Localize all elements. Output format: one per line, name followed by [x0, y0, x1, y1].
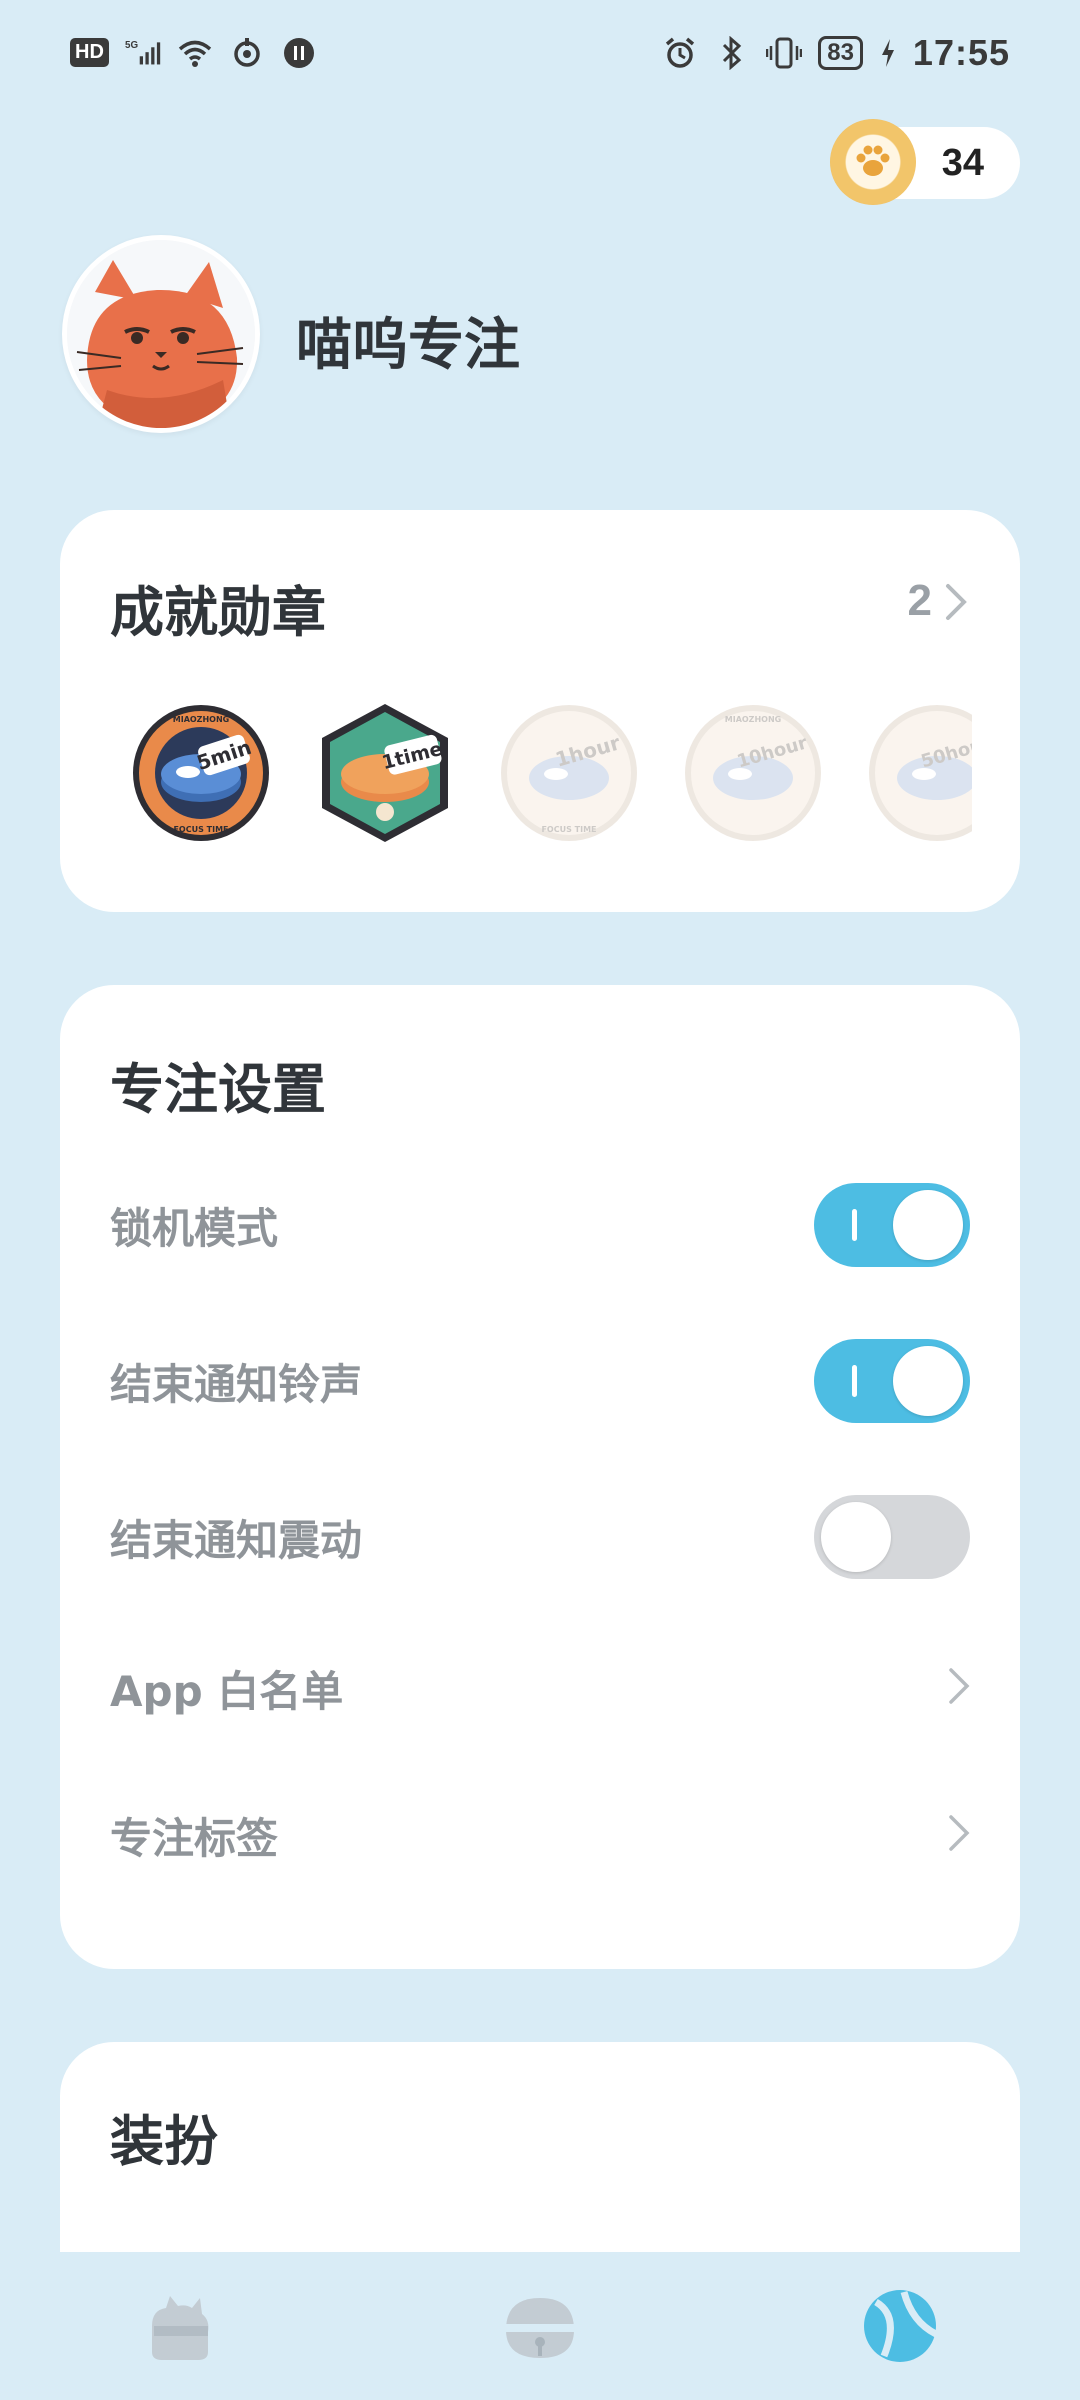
status-bar: HD 5G 83 17:55 [0, 0, 1080, 105]
settings-title: 专注设置 [110, 1058, 326, 1121]
setting-label: 结束通知震动 [110, 1515, 363, 1565]
badge-1hour-icon: 1hour FOCUS TIME [501, 705, 637, 841]
setting-label: 结束通知铃声 [110, 1359, 363, 1409]
badge-list: 5min MIAOZHONG FOCUS TIME 1time 1hour FO… [128, 700, 972, 850]
badge-1time[interactable]: 1time [312, 700, 458, 846]
toggle-knob [893, 1346, 963, 1416]
bottom-nav [0, 2252, 1080, 2400]
hd-badge: HD [70, 38, 109, 67]
toggle-on-mark [852, 1365, 857, 1397]
setting-lock-mode: 锁机模式 [110, 1180, 970, 1270]
dress-title: 装扮 [110, 2110, 218, 2173]
coin-count: 34 [941, 141, 984, 184]
bluetooth-icon [714, 35, 750, 71]
setting-label: App 白名单 [110, 1666, 344, 1716]
app-notification-icon [281, 35, 317, 71]
sync-icon [229, 35, 265, 71]
nav-home[interactable] [120, 2271, 240, 2381]
network-type: 5G [125, 40, 138, 51]
toggle-knob [821, 1502, 891, 1572]
setting-app-whitelist[interactable]: App 白名单 [110, 1643, 970, 1733]
alarm-icon [662, 35, 698, 71]
toggle-knob [893, 1190, 963, 1260]
toggle-on-mark [852, 1209, 857, 1241]
cat-avatar-icon [67, 240, 255, 428]
achievement-badges-card[interactable]: 成就勋章 2 5min MIAOZHONG FOCUS TIME 1time 1… [60, 510, 1020, 912]
badge-10hour[interactable]: 10hour MIAOZHONG [680, 700, 826, 846]
profile-ball-icon [864, 2290, 938, 2362]
badge-50hour-icon: 50hour [869, 705, 972, 841]
nav-bell[interactable] [480, 2271, 600, 2381]
badge-1hour-bottom-text: FOCUS TIME [541, 825, 596, 834]
nav-profile[interactable] [840, 2271, 960, 2381]
badge-1time-icon: 1time [322, 704, 448, 842]
badge-5min-ring-text: MIAOZHONG [173, 715, 230, 724]
avatar[interactable] [62, 235, 260, 433]
chevron-right-icon [948, 1813, 970, 1857]
badge-10hour-ring-text: MIAOZHONG [725, 715, 782, 724]
badge-50hour[interactable]: 50hour [864, 700, 972, 846]
setting-end-ringtone: 结束通知铃声 [110, 1336, 970, 1426]
cat-bell-icon [506, 2298, 574, 2358]
charging-icon [879, 35, 897, 71]
badge-5min[interactable]: 5min MIAOZHONG FOCUS TIME [128, 700, 274, 846]
end-vibrate-toggle[interactable] [814, 1495, 970, 1579]
signal-icon: 5G [125, 35, 161, 71]
vibrate-icon [766, 35, 803, 71]
setting-label: 专注标签 [110, 1813, 279, 1863]
paw-coin-icon [830, 119, 916, 205]
setting-label: 锁机模式 [110, 1203, 279, 1253]
focus-settings-card: 专注设置 锁机模式 结束通知铃声 结束通知震动 App 白名单 专注标签 [60, 985, 1020, 1969]
wifi-icon [177, 35, 213, 71]
cat-home-icon [152, 2296, 209, 2360]
setting-end-vibrate: 结束通知震动 [110, 1492, 970, 1582]
profile-name[interactable]: 喵呜专注 [296, 300, 520, 381]
chevron-right-icon[interactable] [944, 582, 968, 626]
end-ringtone-toggle[interactable] [814, 1339, 970, 1423]
coin-balance[interactable]: 34 [830, 119, 1020, 205]
clock: 17:55 [912, 31, 1010, 73]
badges-title: 成就勋章 [110, 581, 326, 644]
lock-mode-toggle[interactable] [814, 1183, 970, 1267]
badges-count: 2 [907, 576, 932, 625]
chevron-right-icon [948, 1666, 970, 1710]
badge-10hour-icon: 10hour MIAOZHONG [685, 705, 821, 841]
setting-focus-tags[interactable]: 专注标签 [110, 1790, 970, 1880]
battery-level: 83 [818, 35, 863, 70]
badge-5min-icon: 5min MIAOZHONG FOCUS TIME [133, 705, 269, 841]
badge-1hour[interactable]: 1hour FOCUS TIME [496, 700, 642, 846]
badge-5min-bottom-text: FOCUS TIME [173, 825, 228, 834]
